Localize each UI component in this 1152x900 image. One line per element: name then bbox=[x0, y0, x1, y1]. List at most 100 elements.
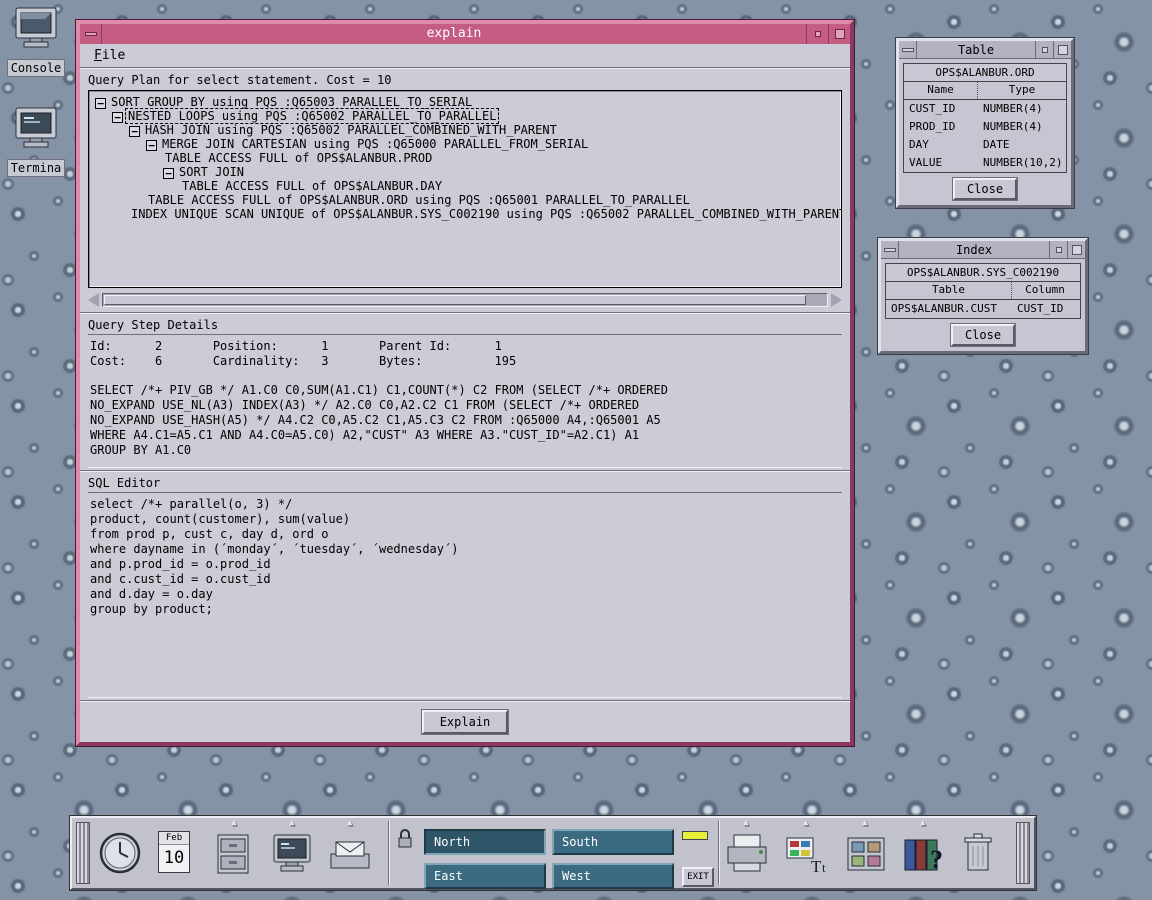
tree-node-label[interactable]: TABLE ACCESS FULL of OPS$ALANBUR.PROD bbox=[163, 151, 434, 165]
trash-icon[interactable] bbox=[960, 832, 996, 876]
explain-titlebar[interactable]: explain bbox=[80, 24, 850, 44]
file-manager-icon[interactable] bbox=[212, 832, 254, 876]
minimize-button[interactable] bbox=[1049, 241, 1067, 258]
table-row[interactable]: OPS$ALANBUR.CUSTCUST_ID bbox=[886, 300, 1080, 318]
query-plan-tree[interactable]: −SORT GROUP BY using PQS :Q65003 PARALLE… bbox=[88, 90, 842, 288]
workspace-button-north[interactable]: North bbox=[424, 829, 546, 855]
explain-window: explain File Query Plan for select state… bbox=[76, 20, 854, 746]
column-header: Table bbox=[886, 282, 1012, 299]
window-menu-button[interactable] bbox=[881, 241, 899, 258]
query-plan-header: Query Plan for select statement. Cost = … bbox=[88, 70, 842, 90]
table-header-row: NameType bbox=[904, 82, 1066, 100]
scroll-right-arrow-icon[interactable] bbox=[831, 293, 842, 307]
maximize-button[interactable] bbox=[828, 24, 850, 44]
expand-collapse-icon[interactable]: − bbox=[163, 168, 174, 179]
subpanel-arrow-apps[interactable]: ▲ bbox=[856, 818, 874, 829]
tree-node-label[interactable]: TABLE ACCESS FULL of OPS$ALANBUR.ORD usi… bbox=[146, 193, 692, 207]
subpanel-arrow-help[interactable]: ▲ bbox=[914, 818, 932, 829]
table-cell: VALUE bbox=[904, 154, 978, 172]
desktop-icon-terminal[interactable]: Termina bbox=[4, 106, 68, 177]
calendar-icon[interactable]: Feb 10 bbox=[158, 831, 190, 873]
front-panel: ▲ ▲ ▲ ▲ ▲ ▲ ▲ Feb 10 bbox=[70, 816, 1036, 890]
tree-node-label[interactable]: NESTED LOOPS using PQS :Q65002 PARALLEL_… bbox=[126, 109, 498, 123]
tree-node[interactable]: TABLE ACCESS FULL of OPS$ALANBUR.PROD bbox=[91, 151, 839, 165]
tree-node[interactable]: TABLE ACCESS FULL of OPS$ALANBUR.DAY bbox=[91, 179, 839, 193]
workspace-button-west[interactable]: West bbox=[552, 863, 674, 889]
workspace-switcher: NorthSouthEastWest bbox=[424, 829, 674, 889]
tree-node-label[interactable]: TABLE ACCESS FULL of OPS$ALANBUR.DAY bbox=[180, 179, 444, 193]
maximize-icon bbox=[1072, 245, 1082, 255]
column-header: Name bbox=[904, 82, 978, 99]
expand-collapse-icon[interactable]: − bbox=[129, 126, 140, 137]
console-monitor-icon bbox=[11, 6, 61, 56]
tree-node[interactable]: −MERGE JOIN CARTESIAN using PQS :Q65000 … bbox=[91, 137, 839, 151]
application-manager-icon[interactable] bbox=[844, 832, 888, 876]
svg-text:T: T bbox=[811, 857, 822, 876]
mail-icon[interactable] bbox=[328, 834, 372, 874]
maximize-button[interactable] bbox=[1067, 241, 1085, 258]
subpanel-arrow-printer[interactable]: ▲ bbox=[737, 818, 755, 829]
exit-button[interactable]: EXIT bbox=[682, 867, 714, 887]
scrollbar-thumb[interactable] bbox=[104, 295, 806, 305]
tree-node[interactable]: −HASH JOIN using PQS :Q65002 PARALLEL_CO… bbox=[91, 123, 839, 137]
expand-collapse-icon[interactable]: − bbox=[95, 98, 106, 109]
tree-node-label[interactable]: INDEX UNIQUE SCAN UNIQUE of OPS$ALANBUR.… bbox=[129, 207, 842, 221]
help-icon[interactable]: ? bbox=[900, 832, 946, 876]
tree-horizontal-scrollbar[interactable] bbox=[88, 291, 842, 309]
desktop-icon-console[interactable]: Console bbox=[4, 6, 68, 77]
scrollbar-trough[interactable] bbox=[102, 293, 828, 307]
table-cell: NUMBER(4) bbox=[978, 118, 1066, 136]
tree-node[interactable]: −SORT JOIN bbox=[91, 165, 839, 179]
table-row[interactable]: CUST_IDNUMBER(4) bbox=[904, 100, 1066, 118]
subpanel-arrow-file-manager[interactable]: ▲ bbox=[225, 818, 243, 829]
lock-icon[interactable] bbox=[396, 828, 414, 850]
minimize-button[interactable] bbox=[806, 24, 828, 44]
tree-node-label[interactable]: SORT JOIN bbox=[177, 165, 246, 179]
table-row[interactable]: VALUENUMBER(10,2) bbox=[904, 154, 1066, 172]
table-row[interactable]: DAYDATE bbox=[904, 136, 1066, 154]
printer-icon[interactable] bbox=[724, 832, 770, 876]
tree-node[interactable]: −SORT GROUP BY using PQS :Q65003 PARALLE… bbox=[91, 95, 839, 109]
table-row[interactable]: PROD_IDNUMBER(4) bbox=[904, 118, 1066, 136]
file-menu[interactable]: File bbox=[84, 46, 135, 65]
expand-collapse-icon[interactable]: − bbox=[112, 112, 123, 123]
tree-node[interactable]: INDEX UNIQUE SCAN UNIQUE of OPS$ALANBUR.… bbox=[91, 207, 839, 221]
expand-collapse-icon[interactable]: − bbox=[146, 140, 157, 151]
table-window-body: OPS$ALANBUR.ORD NameType CUST_IDNUMBER(4… bbox=[899, 59, 1071, 204]
style-manager-icon[interactable]: T t bbox=[784, 832, 830, 876]
maximize-button[interactable] bbox=[1053, 41, 1071, 58]
separator bbox=[80, 312, 850, 314]
scroll-left-arrow-icon[interactable] bbox=[88, 293, 99, 307]
explain-button-row: Explain bbox=[88, 704, 842, 740]
tree-node-label[interactable]: SORT GROUP BY using PQS :Q65003 PARALLEL… bbox=[109, 95, 474, 109]
window-menu-button[interactable] bbox=[80, 24, 102, 44]
window-menu-button[interactable] bbox=[899, 41, 917, 58]
subpanel-arrow-style[interactable]: ▲ bbox=[797, 818, 815, 829]
terminal-icon[interactable] bbox=[270, 832, 314, 876]
panel-handle-left[interactable] bbox=[76, 822, 90, 884]
minimize-button[interactable] bbox=[1035, 41, 1053, 58]
panel-handle-right[interactable] bbox=[1016, 822, 1030, 884]
query-step-details-area[interactable]: Id: 2 Position: 1 Parent Id: 1 Cost: 6 C… bbox=[88, 334, 842, 468]
table-cell: CUST_ID bbox=[1012, 300, 1078, 318]
explain-button[interactable]: Explain bbox=[422, 710, 509, 734]
sql-editor-area[interactable]: select /*+ parallel(o, 3) */ product, co… bbox=[88, 492, 842, 698]
workspace-button-south[interactable]: South bbox=[552, 829, 674, 855]
index-close-button[interactable]: Close bbox=[951, 324, 1015, 346]
clock-icon[interactable] bbox=[98, 830, 142, 876]
table-rows: OPS$ALANBUR.CUSTCUST_ID bbox=[886, 300, 1080, 318]
column-header: Type bbox=[978, 82, 1066, 99]
sql-editor-text: select /*+ parallel(o, 3) */ product, co… bbox=[90, 497, 840, 617]
table-cell: PROD_ID bbox=[904, 118, 978, 136]
tree-node[interactable]: TABLE ACCESS FULL of OPS$ALANBUR.ORD usi… bbox=[91, 193, 839, 207]
tree-node-label[interactable]: HASH JOIN using PQS :Q65002 PARALLEL_COM… bbox=[143, 123, 559, 137]
table-titlebar[interactable]: Table bbox=[899, 41, 1071, 59]
workspace-button-east[interactable]: East bbox=[424, 863, 546, 889]
table-close-button[interactable]: Close bbox=[953, 178, 1017, 200]
tree-node[interactable]: −NESTED LOOPS using PQS :Q65002 PARALLEL… bbox=[91, 109, 839, 123]
table-object-name: OPS$ALANBUR.ORD bbox=[903, 63, 1067, 82]
subpanel-arrow-terminal[interactable]: ▲ bbox=[283, 818, 301, 829]
subpanel-arrow-mail[interactable]: ▲ bbox=[341, 818, 359, 829]
tree-node-label[interactable]: MERGE JOIN CARTESIAN using PQS :Q65000 P… bbox=[160, 137, 590, 151]
index-titlebar[interactable]: Index bbox=[881, 241, 1085, 259]
